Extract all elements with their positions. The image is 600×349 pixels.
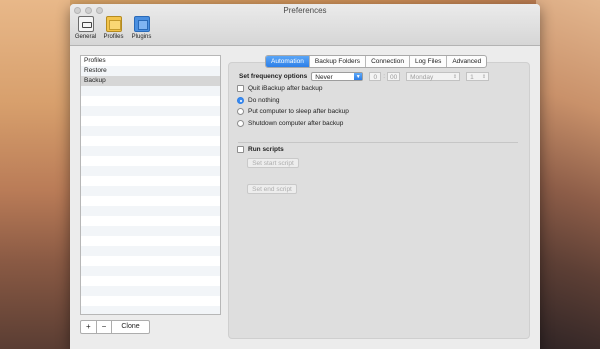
plugins-icon xyxy=(133,16,150,32)
toolbar-general[interactable]: General xyxy=(73,16,98,40)
radio-do-nothing-label: Do nothing xyxy=(248,97,280,104)
radio-sleep-control[interactable] xyxy=(237,108,244,115)
run-scripts-label: Run scripts xyxy=(248,146,284,153)
run-scripts-checkbox[interactable] xyxy=(237,146,244,153)
remove-profile-button[interactable]: − xyxy=(97,321,113,333)
desktop-wallpaper-right xyxy=(536,0,600,349)
clone-profile-button[interactable]: Clone xyxy=(112,321,148,333)
tab-connection[interactable]: Connection xyxy=(366,56,410,67)
tab-advanced[interactable]: Advanced xyxy=(447,56,486,67)
folder-icon xyxy=(105,16,122,32)
add-profile-button[interactable]: + xyxy=(81,321,97,333)
radio-sleep-label: Put computer to sleep after backup xyxy=(248,108,349,115)
section-divider xyxy=(238,142,518,143)
list-item-profiles[interactable]: Profiles xyxy=(81,56,220,66)
preferences-toolbar: General Profiles Plugins xyxy=(73,16,154,40)
day-number-value: 1 xyxy=(470,74,474,81)
updown-caret-icon: ⇕ xyxy=(481,74,487,80)
toolbar-plugins-label: Plugins xyxy=(131,34,152,40)
set-end-script-button[interactable]: Set end script xyxy=(247,184,297,194)
radio-do-nothing[interactable]: Do nothing xyxy=(237,97,279,104)
day-number-select[interactable]: 1 ⇕ xyxy=(466,72,490,81)
chevron-down-icon: ▼ xyxy=(354,73,363,80)
frequency-row: Set frequency options Never ▼ 0 : 00 Mon… xyxy=(239,72,490,81)
window-title: Preferences xyxy=(283,6,327,15)
quit-label: Quit iBackup after backup xyxy=(248,85,323,92)
run-scripts-option[interactable]: Run scripts xyxy=(237,146,284,153)
preferences-window: Preferences General Profiles Plugins Pro… xyxy=(70,4,540,349)
hour-field[interactable]: 0 xyxy=(369,72,382,81)
list-item-restore[interactable]: Restore xyxy=(81,66,220,76)
frequency-select[interactable]: Never ▼ xyxy=(311,72,364,81)
updown-caret-icon: ⇕ xyxy=(452,74,458,80)
quit-option[interactable]: Quit iBackup after backup xyxy=(237,85,322,92)
profiles-list[interactable]: Profiles Restore Backup xyxy=(80,55,221,315)
toolbar-profiles[interactable]: Profiles xyxy=(101,16,126,40)
quit-checkbox[interactable] xyxy=(237,85,244,92)
tab-backup-folders[interactable]: Backup Folders xyxy=(310,56,367,67)
settings-tabs: Automation Backup Folders Connection Log… xyxy=(265,55,488,68)
frequency-label: Set frequency options xyxy=(239,73,308,80)
tab-automation[interactable]: Automation xyxy=(266,56,310,67)
list-item-backup[interactable]: Backup xyxy=(81,76,220,86)
general-icon xyxy=(77,16,94,32)
day-select[interactable]: Monday ⇕ xyxy=(406,72,461,81)
radio-sleep[interactable]: Put computer to sleep after backup xyxy=(237,108,349,115)
radio-do-nothing-control[interactable] xyxy=(237,97,244,104)
set-start-script-button[interactable]: Set start script xyxy=(247,158,299,168)
radio-shutdown-label: Shutdown computer after backup xyxy=(248,120,344,127)
day-value: Monday xyxy=(410,74,434,81)
list-button-group: + − Clone xyxy=(80,320,150,334)
title-bar: Preferences General Profiles Plugins xyxy=(70,4,540,46)
toolbar-general-label: General xyxy=(74,34,97,40)
time-separator: : xyxy=(383,73,386,80)
radio-shutdown-control[interactable] xyxy=(237,120,244,127)
radio-shutdown[interactable]: Shutdown computer after backup xyxy=(237,120,343,127)
frequency-value: Never xyxy=(315,74,333,81)
minute-field[interactable]: 00 xyxy=(387,72,401,81)
desktop-wallpaper-left xyxy=(0,0,70,349)
tab-log-files[interactable]: Log Files xyxy=(410,56,448,67)
toolbar-profiles-label: Profiles xyxy=(103,34,124,40)
toolbar-plugins[interactable]: Plugins xyxy=(129,16,154,40)
